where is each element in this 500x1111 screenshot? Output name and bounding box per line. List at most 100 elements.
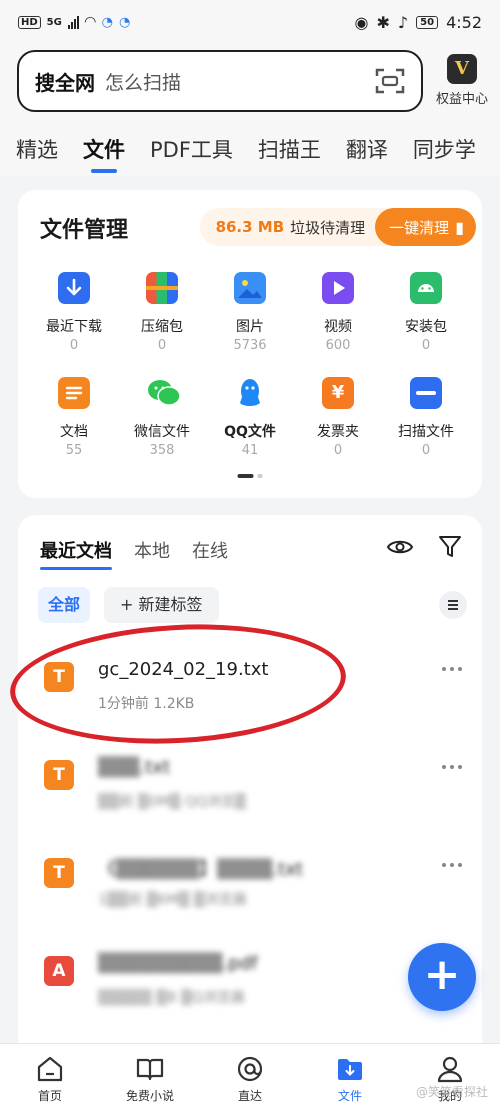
nav-profile[interactable]: 我的: [400, 1044, 500, 1111]
add-button[interactable]: +: [408, 943, 476, 1011]
category-count: 358: [149, 443, 175, 458]
category-scanned-files[interactable]: 扫描文件 0: [382, 373, 470, 458]
search-placeholder: 怎么扫描: [105, 71, 182, 94]
category-label: 微信文件: [134, 424, 190, 440]
nav-label: 首页: [37, 1089, 62, 1103]
category-documents[interactable]: 文档 55: [30, 373, 118, 458]
list-item[interactable]: T gc_2024_02_19.txt 1分钟前 1.2KB: [18, 645, 482, 741]
txt-file-icon: T: [44, 858, 74, 888]
nav-files[interactable]: 文件: [300, 1044, 400, 1111]
tag-chip-all[interactable]: 全部: [38, 587, 91, 623]
mute-icon: ♪: [397, 12, 409, 32]
subtab-online[interactable]: 在线: [192, 537, 228, 563]
tab-translate[interactable]: 翻译: [346, 124, 388, 176]
vip-center-button[interactable]: V 权益中心: [430, 54, 494, 107]
file-meta: ▒▒▒▒▒ ▒B ▒Q浏览器: [98, 990, 245, 1006]
more-icon[interactable]: [442, 863, 462, 867]
search-keyword: 搜全网: [35, 70, 95, 95]
file-meta: 1分钟前 1.2KB: [98, 696, 195, 712]
category-label: 扫描文件: [398, 424, 454, 440]
category-label: 图片: [236, 319, 264, 335]
file-name: ▒▒▒▒▒▒▒▒▒.pdf: [98, 953, 258, 974]
category-images[interactable]: 图片 5736: [206, 268, 294, 353]
category-count: 600: [325, 338, 351, 353]
category-label: 安装包: [405, 319, 447, 335]
category-recent-downloads[interactable]: 最近下载 0: [30, 268, 118, 353]
pdf-file-icon: A: [44, 956, 74, 986]
clean-button-label: 一键清理: [389, 218, 450, 237]
txt-file-icon: T: [44, 662, 74, 692]
bluetooth-icon: ✱: [376, 12, 390, 32]
wechat-icon: [146, 377, 181, 409]
download-icon: [58, 272, 90, 304]
wifi-icon: ◠: [84, 14, 96, 30]
watermark: @笑笑看探社: [415, 1085, 488, 1099]
category-count: 0: [421, 443, 431, 458]
list-item[interactable]: T ▒▒▒.txt ▒▒前 ▒0M▒ QQ浏览▒: [18, 743, 482, 839]
top-tabs: 精选 文件 PDF工具 扫描王 翻译 同步学: [0, 124, 500, 176]
archive-icon: [146, 272, 178, 304]
tab-featured[interactable]: 精选: [16, 124, 58, 176]
category-label: QQ文件: [224, 424, 276, 440]
junk-clean-banner[interactable]: 86.3 MB 垃圾待清理 一键清理 ▮: [199, 208, 476, 246]
nav-label: 文件: [337, 1089, 362, 1103]
junk-size: 86.3 MB: [215, 218, 285, 236]
vip-label: 权益中心: [435, 92, 488, 107]
clock: 4:52: [446, 12, 482, 32]
at-icon: [235, 1054, 265, 1084]
file-name: gc_2024_02_19.txt: [98, 659, 269, 680]
tab-scanner[interactable]: 扫描王: [258, 124, 321, 176]
subtab-recent[interactable]: 最近文档: [40, 537, 112, 570]
scan-icon[interactable]: [375, 67, 405, 95]
image-icon: [234, 272, 266, 304]
one-click-clean-button[interactable]: 一键清理 ▮: [375, 208, 476, 246]
category-apks[interactable]: 安装包 0: [382, 268, 470, 353]
book-icon: [135, 1054, 165, 1084]
file-manager-title: 文件管理: [40, 218, 129, 243]
category-grid: 最近下载 0 压缩包 0 图片 5736 视频 600 安装包 0 文档 55 …: [30, 268, 470, 458]
category-label: 发票夹: [317, 424, 359, 440]
list-item[interactable]: T 《▒▒▒▒▒▒】▒▒▒▒.txt 1▒▒前 ▒6M▒ ▒浏览器: [18, 841, 482, 937]
page-indicator: [237, 474, 263, 478]
eye-icon[interactable]: [386, 535, 414, 559]
category-label: 视频: [324, 319, 352, 335]
filter-icon[interactable]: [438, 534, 462, 560]
tab-sync-study[interactable]: 同步学: [413, 124, 476, 176]
recent-subtabs: 最近文档 本地 在线: [40, 537, 228, 570]
signal-icon: [67, 15, 79, 29]
file-meta: 1▒▒前 ▒6M▒ ▒浏览器: [98, 892, 247, 908]
tab-files[interactable]: 文件: [83, 124, 125, 176]
category-count: 5736: [233, 338, 267, 353]
more-icon[interactable]: [442, 667, 462, 671]
tab-pdf-tools[interactable]: PDF工具: [150, 124, 233, 176]
subtab-local[interactable]: 本地: [134, 537, 170, 563]
category-count: 0: [421, 338, 431, 353]
new-tag-button[interactable]: + 新建标签: [104, 587, 219, 623]
hd-indicator: HD: [18, 15, 41, 29]
nav-label: 直达: [237, 1089, 262, 1103]
broom-icon: ▮: [455, 217, 464, 237]
file-name: ▒▒▒.txt: [98, 757, 171, 778]
category-videos[interactable]: 视频 600: [294, 268, 382, 353]
category-count: 0: [69, 338, 79, 353]
nav-direct[interactable]: 直达: [200, 1044, 300, 1111]
signal-label: 5G: [46, 16, 62, 28]
category-archives[interactable]: 压缩包 0: [118, 268, 206, 353]
file-meta: ▒▒前 ▒0M▒ QQ浏览▒: [98, 794, 246, 810]
category-wechat-files[interactable]: 微信文件 358: [118, 373, 206, 458]
category-invoices[interactable]: ¥ 发票夹 0: [294, 373, 382, 458]
home-icon: [35, 1054, 65, 1084]
invoice-icon: ¥: [322, 377, 354, 409]
category-qq-files[interactable]: QQ文件 41: [206, 373, 294, 458]
more-icon[interactable]: [442, 765, 462, 769]
notification-icon: ◔: [101, 14, 113, 30]
search-bar[interactable]: 搜全网 怎么扫描: [17, 50, 423, 112]
list-menu-icon[interactable]: [439, 591, 467, 619]
nav-novels[interactable]: 免费小说: [100, 1044, 200, 1111]
profile-icon: [435, 1054, 465, 1084]
category-count: 0: [157, 338, 167, 353]
nav-home[interactable]: 首页: [0, 1044, 100, 1111]
video-icon: [322, 272, 354, 304]
category-count: 0: [333, 443, 343, 458]
vip-badge-icon: V: [447, 54, 477, 84]
